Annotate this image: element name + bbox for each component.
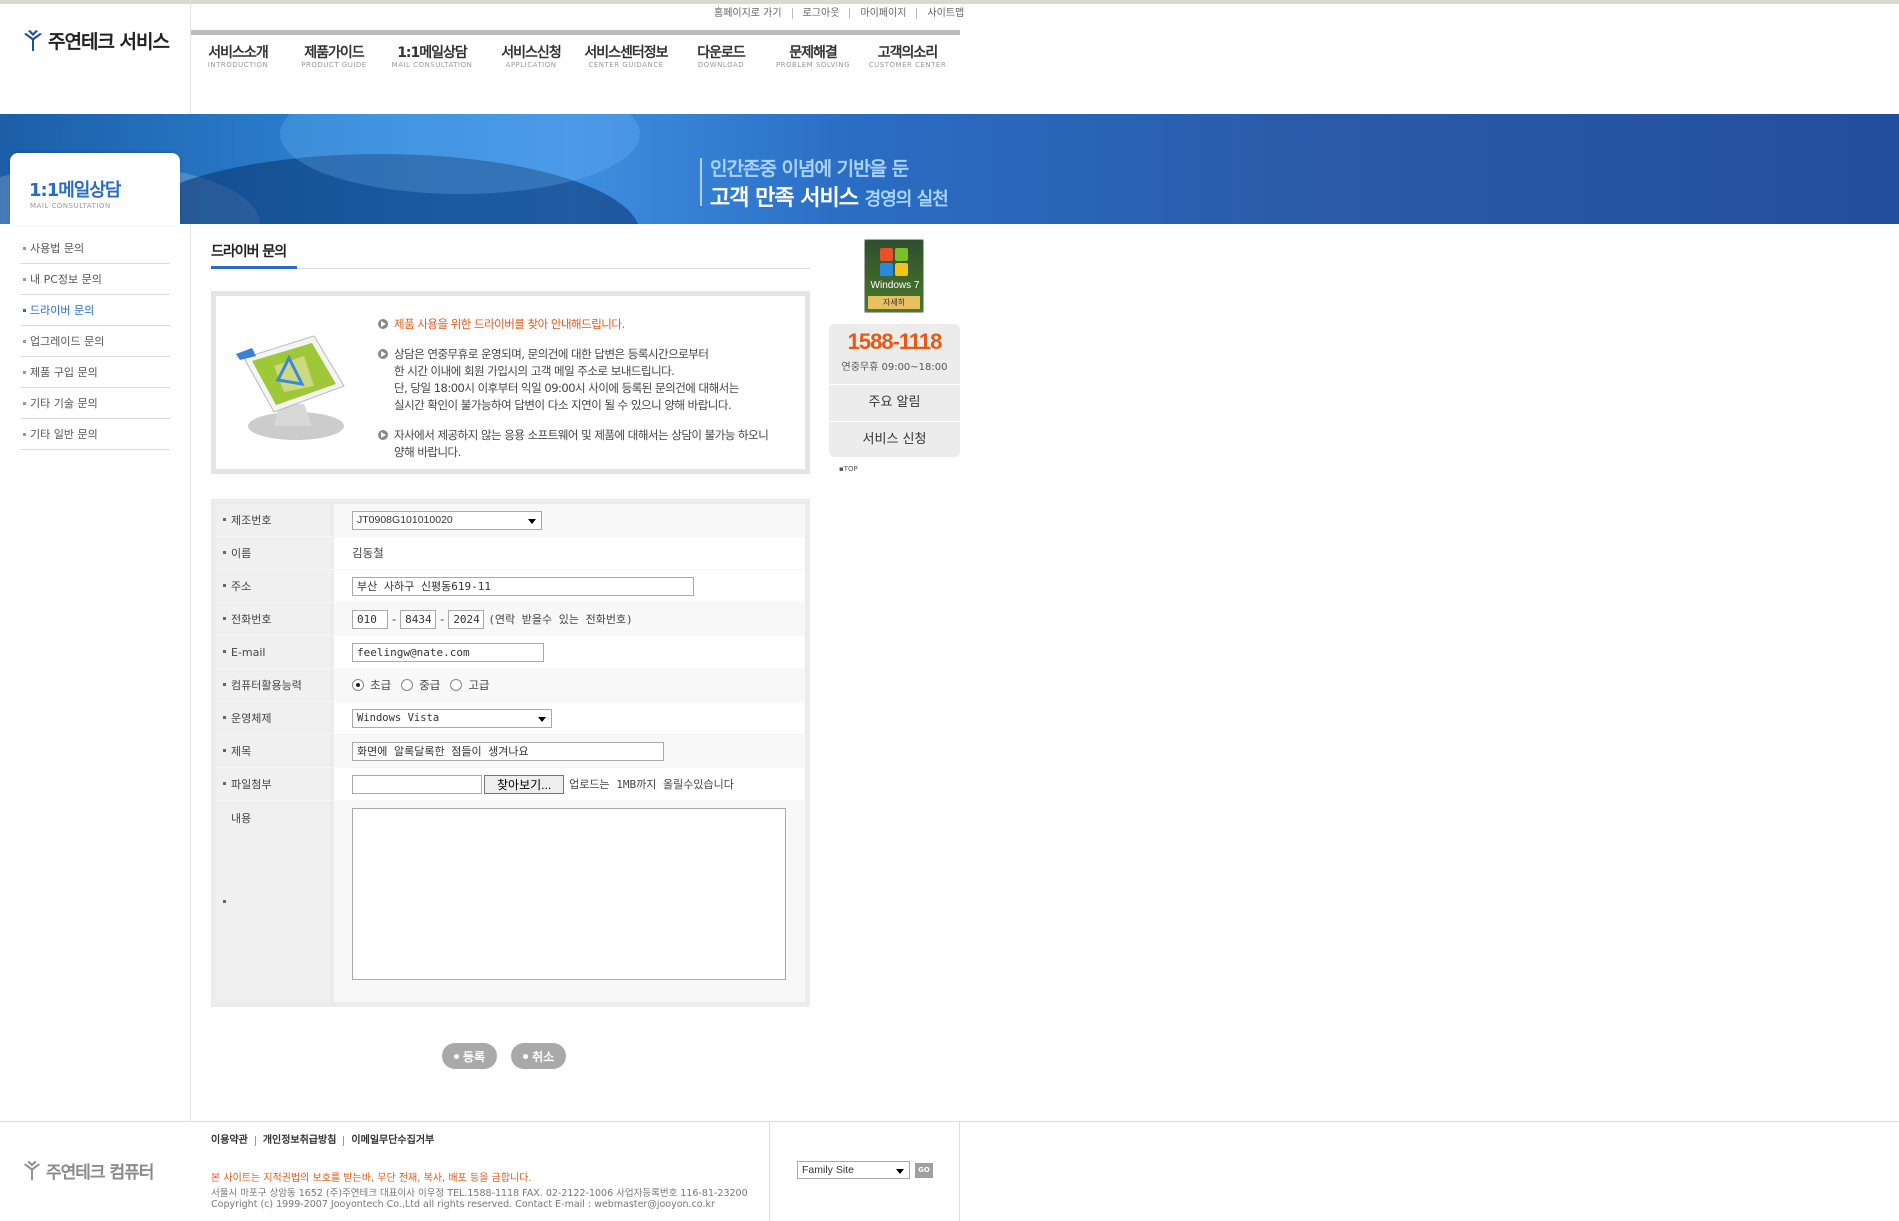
info-line-3: 자사에서 제공하지 않는 응용 소프트웨어 및 제품에 대해서는 상담이 불가능…	[378, 427, 798, 461]
page-title: 드라이버 문의	[211, 244, 287, 260]
footer-links: 이용약관 개인정보취급방침 이메일무단수집거부	[211, 1136, 441, 1146]
nav-center-guidance[interactable]: 서비스센터정보 CENTER GUIDANCE	[581, 42, 671, 69]
subject-input[interactable]: 화면에 알록달록한 점들이 생겨나요	[352, 741, 664, 761]
title-underline	[211, 268, 810, 269]
footer-divider-v	[769, 1121, 770, 1221]
sidebar-item-upgrade[interactable]: 업그레이드 문의	[20, 326, 170, 357]
nav-customer-center[interactable]: 고객의소리 CUSTOMER CENTER	[855, 42, 960, 69]
banner-line1: 인간존중 이념에 기반을 둔	[710, 158, 909, 180]
top-accent-line	[0, 0, 1899, 4]
main-nav: 서비스소개 INTRODUCTION 제품가이드 PRODUCT GUIDE 1:1…	[191, 42, 960, 69]
row-skill: 컴퓨터활용능력 초급 중급 고급	[216, 669, 805, 702]
phone-input-2[interactable]: 8434	[400, 609, 437, 629]
phone-input-3[interactable]: 2024	[448, 609, 485, 629]
footer-logo: 주연테크 컴퓨터	[22, 1158, 154, 1183]
nav-product-guide[interactable]: 제품가이드 PRODUCT GUIDE	[285, 42, 383, 69]
skill-radio-advanced[interactable]: 고급	[450, 677, 490, 693]
footer-copyright: Copyright (c) 1999-2007 Jooyontech Co.,L…	[211, 1199, 715, 1210]
nav-problem-solving[interactable]: 문제해결 PROBLEM SOLVING	[771, 42, 855, 69]
sidebar-item-pc-info[interactable]: 내 PC정보 문의	[20, 264, 170, 295]
address-input[interactable]: 부산 사하구 신평동619-11	[352, 576, 694, 596]
cancel-button[interactable]: 취소	[511, 1043, 567, 1069]
sidebar-subtitle: MAIL CONSULTATION	[30, 202, 111, 210]
phone-input-1[interactable]: 010	[352, 609, 388, 629]
jooyon-logo-icon	[23, 1160, 41, 1180]
sidebar-item-driver[interactable]: 드라이버 문의	[20, 295, 170, 326]
row-address: 주소 부산 사하구 신평동619-11	[216, 570, 805, 603]
footer-email-policy-link[interactable]: 이메일무단수집거부	[343, 1136, 441, 1146]
content-textarea[interactable]	[352, 808, 786, 980]
info-box: 제품 사용을 위한 드라이버를 찾아 안내해드립니다. 상담은 연중무휴로 운영…	[211, 291, 810, 474]
service-hours: 연중무휴 09:00~18:00	[841, 362, 948, 373]
utility-sitemap-link[interactable]: 사이트맵	[916, 8, 974, 19]
inquiry-form: 제조번호 JT0908G101010020 이름 김동철 주소 부산 사하구 신…	[211, 499, 810, 1007]
phone-number: 1588-1118	[847, 329, 943, 354]
skill-radio-beginner[interactable]: 초급	[352, 677, 391, 693]
arrow-icon	[378, 430, 388, 440]
row-phone: 전화번호 010 - 8434 - 2024 (연락 받을수 있는 전화번호)	[216, 603, 805, 636]
sidebar-title: 1:1메일상담	[29, 180, 121, 201]
arrow-icon	[378, 349, 388, 359]
utility-mypage-link[interactable]: 마이페이지	[849, 8, 916, 19]
quick-menu: 1588-1118 연중무휴 09:00~18:00 주요 알림 서비스 신청	[829, 324, 960, 457]
gnb-bar	[191, 30, 960, 35]
site-logo[interactable]: 주연테크 서비스	[22, 27, 170, 54]
phone-hint: (연락 받을수 있는 전화번호)	[488, 613, 633, 626]
row-os: 운영체제 Windows Vista	[216, 702, 805, 735]
title-accent	[211, 266, 297, 269]
footer-address: 서울시 마포구 상암동 1652 (주)주연테크 대표이사 이우정 TEL.15…	[211, 1188, 748, 1199]
utility-logout-link[interactable]: 로그아웃	[791, 8, 850, 19]
hero-banner: 인간존중 이념에 기반을 둔 고객 만족 서비스 경영의 실천	[0, 114, 1899, 224]
row-content: 내용	[216, 801, 805, 1002]
skill-radio-intermediate[interactable]: 중급	[401, 677, 440, 693]
nav-introduction[interactable]: 서비스소개 INTRODUCTION	[191, 42, 285, 69]
driver-monitor-illustration	[236, 335, 345, 440]
sidebar-item-tech[interactable]: 기타 기술 문의	[20, 388, 170, 419]
os-select[interactable]: Windows Vista	[352, 708, 552, 728]
email-input[interactable]: feelingw@nate.com	[352, 642, 544, 662]
utility-home-link[interactable]: 홈페이지로 가기	[704, 8, 792, 19]
arrow-icon	[378, 319, 388, 329]
row-serial: 제조번호 JT0908G101010020	[216, 504, 805, 537]
top-link[interactable]: ▪TOP	[839, 465, 858, 473]
service-apply-button[interactable]: 서비스 신청	[829, 421, 960, 457]
family-site-select[interactable]: Family Site	[797, 1161, 910, 1179]
footer-divider-v2	[959, 1121, 960, 1221]
sidebar-item-purchase[interactable]: 제품 구입 문의	[20, 357, 170, 388]
footer-divider	[0, 1121, 1899, 1122]
sidebar-item-usage[interactable]: 사용법 문의	[20, 233, 170, 264]
content-label: 내용	[216, 801, 330, 1002]
row-file: 파일첨부 찾아보기... 업로드는 1MB까지 올릴수있습니다	[216, 768, 805, 801]
banner-line2: 고객 만족 서비스 경영의 실천	[710, 186, 949, 211]
jooyon-logo-icon	[24, 29, 42, 51]
browse-button[interactable]: 찾아보기...	[484, 774, 565, 794]
name-value: 김동철	[334, 537, 805, 569]
windows7-banner[interactable]: Windows 7 자세히	[864, 239, 924, 313]
submit-button[interactable]: 등록	[442, 1043, 498, 1069]
info-text: 제품 사용을 위한 드라이버를 찾아 안내해드립니다. 상담은 연중무휴로 운영…	[378, 316, 798, 474]
info-line-2: 상담은 연중무휴로 운영되며, 문의건에 대한 답변은 등록시간으로부터 한 시간…	[378, 346, 798, 414]
file-hint: 업로드는 1MB까지 올릴수있습니다	[569, 778, 734, 791]
footer-terms-link[interactable]: 이용약관	[211, 1136, 255, 1146]
serial-select[interactable]: JT0908G101010020	[352, 510, 542, 530]
sidebar-title-box: 1:1메일상담 MAIL CONSULTATION	[10, 153, 180, 225]
sidebar-menu: 사용법 문의 내 PC정보 문의 드라이버 문의 업그레이드 문의 제품 구입 …	[20, 233, 170, 450]
footer-warning: 본 사이트는 지적권법의 보호를 받는바, 무단 전재, 복사, 배포 등을 금…	[211, 1173, 532, 1184]
nav-download[interactable]: 다운로드 DOWNLOAD	[671, 42, 771, 69]
notice-button[interactable]: 주요 알림	[829, 384, 960, 420]
row-subject: 제목 화면에 알록달록한 점들이 생겨나요	[216, 735, 805, 768]
logo-text: 주연테크 서비스	[48, 31, 170, 53]
form-buttons: 등록 취소	[442, 1043, 567, 1069]
windows-logo-icon	[880, 248, 908, 276]
row-email: E-mail feelingw@nate.com	[216, 636, 805, 669]
footer-privacy-link[interactable]: 개인정보취급방침	[254, 1136, 344, 1146]
family-site-go-button[interactable]: GO	[915, 1163, 933, 1178]
nav-mail-consultation[interactable]: 1:1메일상담 MAIL CONSULTATION	[383, 42, 481, 69]
utility-nav: 홈페이지로 가기 로그아웃 마이페이지 사이트맵	[704, 8, 974, 19]
file-path-input[interactable]	[352, 774, 482, 794]
info-line-1: 제품 사용을 위한 드라이버를 찾아 안내해드립니다.	[378, 316, 798, 333]
sidebar-item-general[interactable]: 기타 일반 문의	[20, 419, 170, 450]
nav-application[interactable]: 서비스신청 APPLICATION	[481, 42, 581, 69]
row-name: 이름 김동철	[216, 537, 805, 570]
